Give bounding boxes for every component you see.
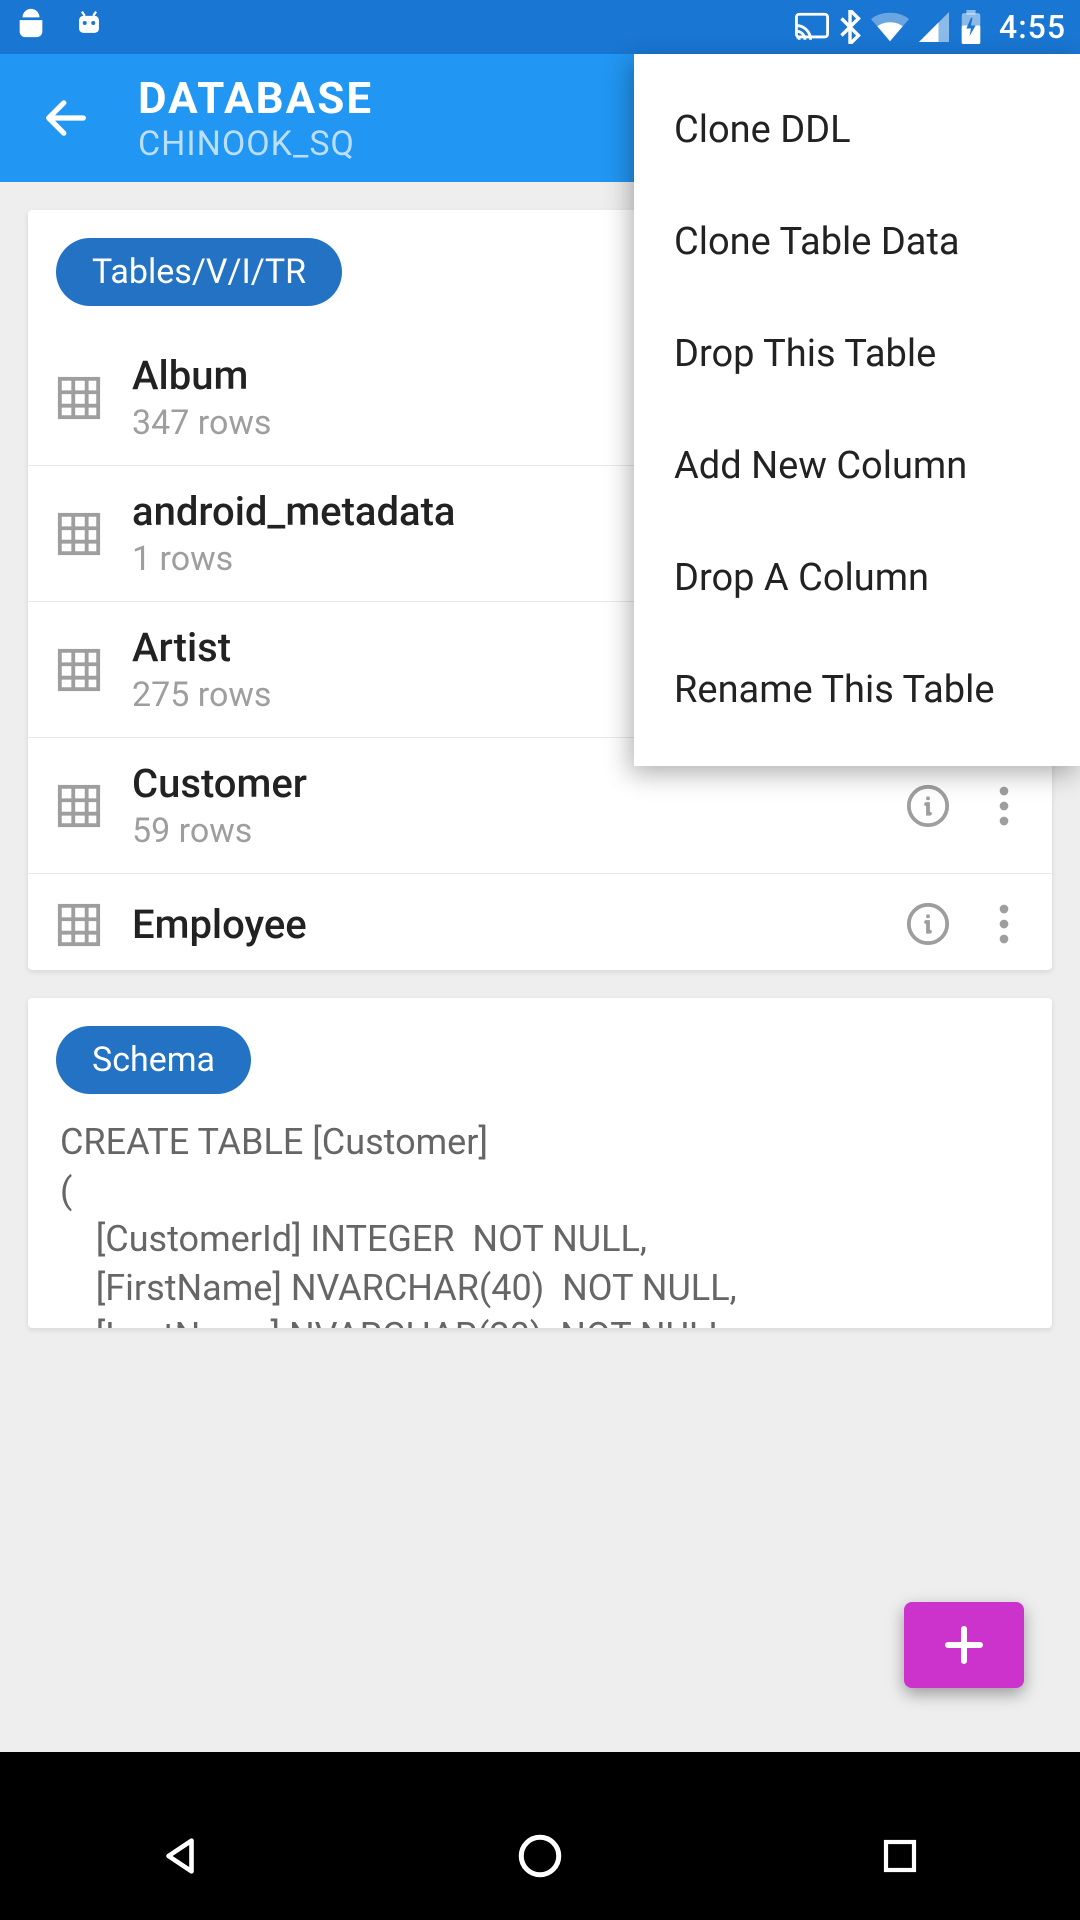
- signal-icon: [919, 12, 949, 42]
- context-menu: Clone DDL Clone Table Data Drop This Tab…: [634, 54, 1080, 766]
- android-debug-icon: [14, 6, 48, 48]
- page-subtitle: CHINOOK_SQ: [138, 124, 373, 164]
- table-icon: [56, 375, 102, 421]
- menu-drop-column[interactable]: Drop A Column: [634, 522, 1080, 634]
- wifi-icon: [871, 12, 909, 42]
- info-button[interactable]: [900, 778, 956, 834]
- back-button[interactable]: [30, 82, 102, 154]
- menu-rename-table[interactable]: Rename This Table: [634, 634, 1080, 746]
- table-icon: [56, 783, 102, 829]
- schema-pill[interactable]: Schema: [56, 1026, 251, 1094]
- table-name: Customer: [132, 760, 880, 807]
- fab-add[interactable]: [904, 1602, 1024, 1688]
- table-rowcount: 59 rows: [132, 811, 880, 851]
- page-title: DATABASE: [138, 72, 373, 124]
- info-button[interactable]: [900, 896, 956, 952]
- menu-drop-table[interactable]: Drop This Table: [634, 298, 1080, 410]
- status-time: 4:55: [999, 8, 1066, 46]
- table-name: Employee: [132, 901, 880, 948]
- schema-card: Schema CREATE TABLE [Customer] ( [Custom…: [28, 998, 1052, 1328]
- menu-clone-table-data[interactable]: Clone Table Data: [634, 186, 1080, 298]
- nav-back[interactable]: [140, 1816, 220, 1896]
- more-button[interactable]: [976, 896, 1032, 952]
- cast-icon: [795, 12, 829, 42]
- battery-charging-icon: [959, 10, 983, 44]
- android-head-icon: [72, 6, 106, 48]
- nav-bar: [0, 1792, 1080, 1920]
- status-bar: 4:55: [0, 0, 1080, 54]
- more-button[interactable]: [976, 778, 1032, 834]
- table-icon: [56, 902, 102, 948]
- nav-home[interactable]: [500, 1816, 580, 1896]
- bluetooth-icon: [839, 10, 861, 44]
- tables-pill[interactable]: Tables/V/I/TR: [56, 238, 342, 306]
- nav-recent[interactable]: [860, 1816, 940, 1896]
- table-icon: [56, 511, 102, 557]
- schema-text: CREATE TABLE [Customer] ( [CustomerId] I…: [28, 1118, 1052, 1328]
- table-row[interactable]: Employee: [28, 873, 1052, 970]
- table-icon: [56, 647, 102, 693]
- menu-clone-ddl[interactable]: Clone DDL: [634, 74, 1080, 186]
- menu-add-column[interactable]: Add New Column: [634, 410, 1080, 522]
